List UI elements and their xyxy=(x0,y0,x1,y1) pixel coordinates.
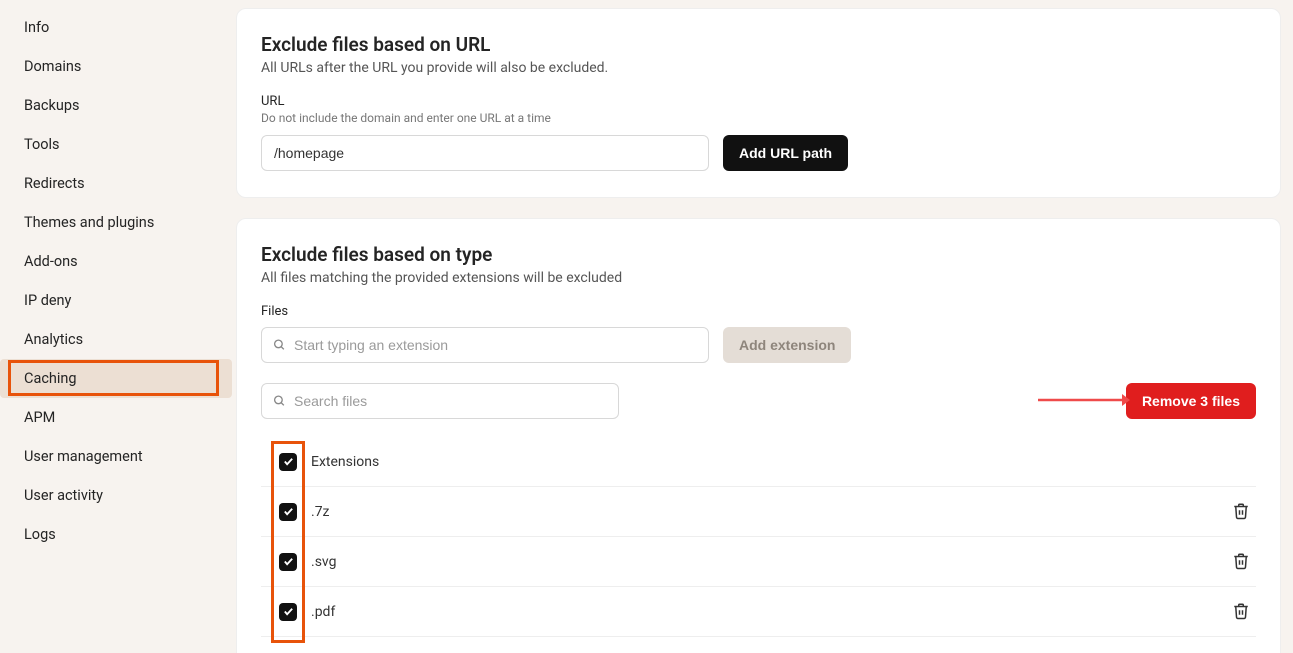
sidebar-item-themes-plugins[interactable]: Themes and plugins xyxy=(0,203,232,242)
extension-input-wrap xyxy=(261,327,709,363)
annotation-arrow xyxy=(1036,391,1130,409)
table-row: .svg xyxy=(261,537,1256,587)
url-field-help: Do not include the domain and enter one … xyxy=(261,111,1256,125)
table-header-label: Extensions xyxy=(311,454,1252,470)
url-input[interactable] xyxy=(261,135,709,171)
sidebar-item-caching[interactable]: Caching xyxy=(0,359,232,398)
ext-label: .7z xyxy=(311,504,1232,520)
search-icon xyxy=(273,339,286,352)
sidebar-item-logs[interactable]: Logs xyxy=(0,515,232,554)
row-checkbox[interactable] xyxy=(279,553,297,571)
url-field-label: URL xyxy=(261,94,1256,109)
sidebar-item-domains[interactable]: Domains xyxy=(0,47,232,86)
sidebar-item-redirects[interactable]: Redirects xyxy=(0,164,232,203)
sidebar: Info Domains Backups Tools Redirects The… xyxy=(0,0,232,653)
delete-row-button[interactable] xyxy=(1232,602,1252,622)
remove-files-button[interactable]: Remove 3 files xyxy=(1126,383,1256,419)
ext-label: .svg xyxy=(311,554,1232,570)
sidebar-item-apm[interactable]: APM xyxy=(0,398,232,437)
add-extension-button[interactable]: Add extension xyxy=(723,327,851,363)
sidebar-item-user-management[interactable]: User management xyxy=(0,437,232,476)
table-row: .7z xyxy=(261,487,1256,537)
table-row: .pdf xyxy=(261,587,1256,637)
sidebar-item-user-activity[interactable]: User activity xyxy=(0,476,232,515)
add-url-path-button[interactable]: Add URL path xyxy=(723,135,848,171)
files-field-label: Files xyxy=(261,304,1256,319)
card-exclude-url: Exclude files based on URL All URLs afte… xyxy=(236,8,1281,198)
card-exclude-url-desc: All URLs after the URL you provide will … xyxy=(261,60,1256,76)
card-exclude-url-title: Exclude files based on URL xyxy=(261,33,1256,56)
ext-label: .pdf xyxy=(311,604,1232,620)
sidebar-item-tools[interactable]: Tools xyxy=(0,125,232,164)
extensions-table: Remove 3 files Extensions xyxy=(261,383,1256,637)
card-exclude-type: Exclude files based on type All files ma… xyxy=(236,218,1281,653)
sidebar-item-info[interactable]: Info xyxy=(0,8,232,47)
sidebar-item-addons[interactable]: Add-ons xyxy=(0,242,232,281)
select-all-checkbox[interactable] xyxy=(279,453,297,471)
table-header-row: Extensions xyxy=(261,437,1256,487)
card-exclude-type-desc: All files matching the provided extensio… xyxy=(261,270,1256,286)
search-files-input[interactable] xyxy=(261,383,619,419)
sidebar-item-backups[interactable]: Backups xyxy=(0,86,232,125)
search-files-wrap xyxy=(261,383,619,419)
row-checkbox[interactable] xyxy=(279,503,297,521)
extension-input[interactable] xyxy=(261,327,709,363)
row-checkbox[interactable] xyxy=(279,603,297,621)
search-icon xyxy=(273,395,286,408)
delete-row-button[interactable] xyxy=(1232,502,1252,522)
card-exclude-type-title: Exclude files based on type xyxy=(261,243,1256,266)
sidebar-item-analytics[interactable]: Analytics xyxy=(0,320,232,359)
sidebar-item-ipdeny[interactable]: IP deny xyxy=(0,281,232,320)
delete-row-button[interactable] xyxy=(1232,552,1252,572)
main-content: Exclude files based on URL All URLs afte… xyxy=(232,0,1293,653)
